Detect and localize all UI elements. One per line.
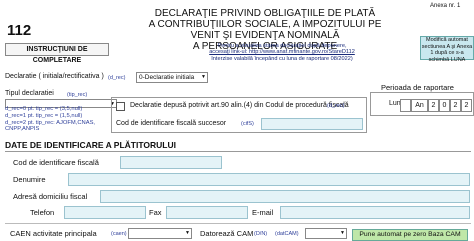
declaratie-value: 0-Declaratie initiala	[139, 74, 195, 81]
procedure-code: (d_rec)	[327, 103, 345, 109]
caen-select[interactable]: ▼	[128, 228, 192, 239]
modify-note-button[interactable]: Modifică automat sectiunea A şi Anexa 1 …	[420, 36, 474, 63]
cif-label: Cod de identificare fiscală	[13, 158, 99, 167]
email-label: E-mail	[252, 208, 274, 217]
chevron-down-icon: ▼	[185, 230, 190, 236]
cam-code-2: (datCAM)	[275, 231, 299, 237]
fax-input[interactable]	[166, 206, 248, 219]
caen-label: CAEN activitate principala	[10, 229, 97, 238]
note-line-2: d_rec=1 pt. tip_rec = (1,5,null)	[5, 112, 83, 119]
chevron-down-icon: ▼	[340, 230, 345, 236]
note-line-1: d_rec=0 pt. tip_rec = (3,5,null)	[5, 106, 83, 112]
telefon-input[interactable]	[64, 206, 146, 219]
caen-code: (caen)	[111, 231, 127, 237]
declaration-note: d_rec=0 pt. tip_rec = (3,5,null) d_rec=1…	[5, 106, 95, 133]
section-title: DATE DE IDENTIFICARE A PLĂTITORULUI	[5, 140, 176, 150]
note-line-3: d_rec=2 pt. tip_rec: AJOFM,CNAS,	[5, 119, 96, 126]
info-line-3: Interzise valabilă începând cu luna de r…	[211, 55, 353, 62]
instructions-button[interactable]: INSTRUCŢIUNI DE COMPLETARE	[5, 43, 109, 64]
form-number: 112	[7, 22, 32, 39]
cam-label: Datorează CAM	[200, 229, 254, 238]
successor-cif-input[interactable]	[261, 118, 363, 130]
row-divider	[5, 223, 471, 224]
cam-code: (D/N)	[254, 231, 268, 237]
cif-input[interactable]	[120, 156, 222, 169]
procedure-checkbox[interactable]	[116, 102, 125, 111]
year-digit[interactable]: 0	[439, 99, 450, 112]
zero-cam-base-button[interactable]: Pune automat pe zero Baza CAM	[352, 229, 468, 241]
info-note: Pentru a vizualiza starea declaraţiei du…	[178, 43, 386, 62]
denumire-label: Denumire	[13, 175, 46, 184]
period-title: Perioada de raportare	[381, 83, 454, 92]
year-digit[interactable]: 2	[450, 99, 461, 112]
month-input[interactable]	[400, 99, 411, 112]
annex-label: Anexa nr. 1	[430, 3, 461, 9]
year-label: An	[411, 99, 428, 112]
cam-select[interactable]: ▼	[305, 228, 347, 239]
section-divider	[5, 151, 471, 152]
denumire-input[interactable]	[68, 173, 470, 186]
note-line-4: CNPP,ANPIS	[5, 126, 40, 133]
tip-label: Tipul declaratiei	[5, 90, 54, 97]
declaratie-label: Declaratie ( initiala/rectificativa )	[5, 73, 104, 80]
title-line-2: A CONTRIBUŢIILOR SOCIALE, A IMPOZITULUI …	[148, 19, 382, 41]
year-digit[interactable]: 2	[461, 99, 472, 112]
chevron-down-icon: ▼	[201, 74, 206, 80]
tip-code: (tip_rec)	[67, 92, 88, 98]
adresa-label: Adresă domiciliu fiscal	[13, 192, 88, 201]
declaratie-select[interactable]: 0-Declaratie initiala ▼	[136, 72, 208, 83]
status-link[interactable]: accesaţi link-ul: http://www.anaf.mfinan…	[178, 49, 386, 55]
year-digit[interactable]: 2	[428, 99, 439, 112]
declaratie-code: (d_rec)	[108, 75, 126, 81]
procedure-label: Declaratie depusă potrivit art.90 alin.(…	[130, 102, 349, 109]
title-line-1: DECLARAŢIE PRIVIND OBLIGAŢIILE DE PLATĂ	[154, 8, 376, 19]
email-input[interactable]	[280, 206, 470, 219]
adresa-input[interactable]	[100, 190, 470, 203]
telefon-label: Telefon	[30, 208, 55, 217]
fax-label: Fax	[149, 208, 162, 217]
successor-label: Cod de identificare fiscală succesor	[116, 120, 227, 127]
successor-code: (cifS)	[241, 121, 254, 127]
